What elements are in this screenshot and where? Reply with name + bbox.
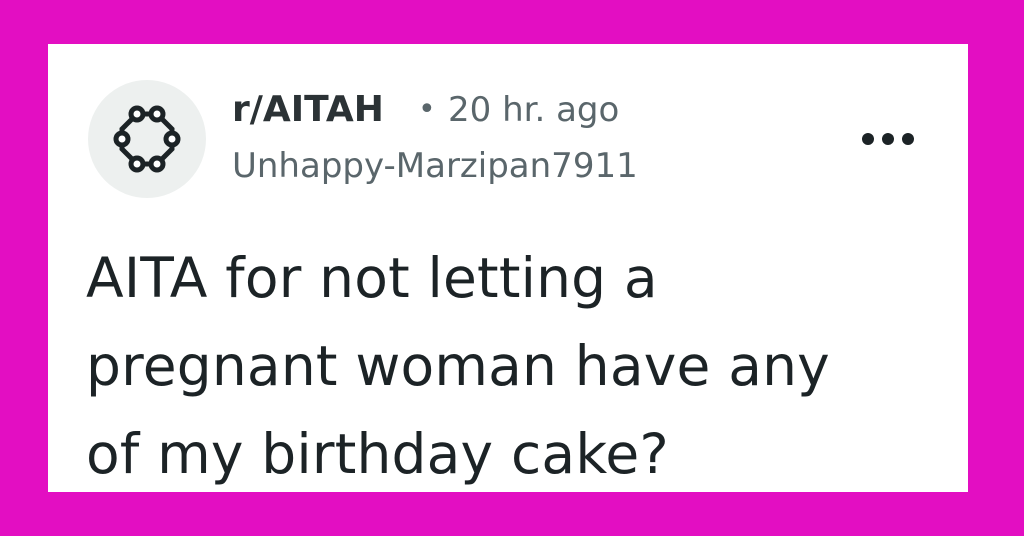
author-username-link[interactable]: Unhappy-Marzipan7911: [232, 144, 638, 188]
post-title-line-3: of my birthday cake?: [86, 422, 669, 486]
meta-separator: •: [418, 92, 436, 127]
ellipsis-icon: [862, 133, 914, 145]
post-title[interactable]: AITA for not letting a pregnant woman ha…: [86, 234, 946, 498]
more-options-button[interactable]: [856, 124, 920, 154]
subreddit-avatar[interactable]: [88, 80, 206, 198]
post-card[interactable]: r/AITAH • 20 hr. ago Unhappy-Marzipan791…: [48, 44, 968, 492]
subreddit-snoo-ring-icon: [113, 105, 181, 173]
subreddit-name-link[interactable]: r/AITAH: [232, 88, 384, 132]
magenta-frame: r/AITAH • 20 hr. ago Unhappy-Marzipan791…: [0, 0, 1024, 536]
post-title-line-2: pregnant woman have any: [86, 334, 830, 398]
post-title-line-1: AITA for not letting a: [86, 246, 658, 310]
post-timestamp: 20 hr. ago: [448, 90, 620, 130]
